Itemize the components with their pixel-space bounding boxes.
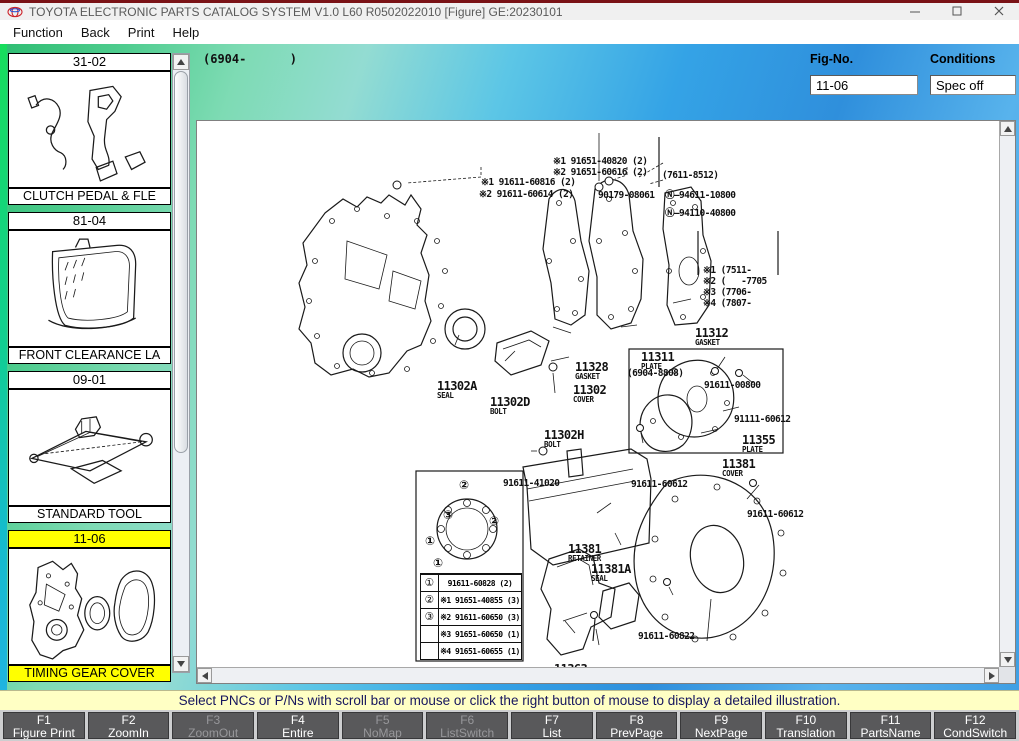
function-key-button[interactable]: F12 CondSwitch — [934, 712, 1016, 739]
function-key-button[interactable]: F11 PartsName — [850, 712, 932, 739]
legend-row-number — [421, 643, 439, 659]
sidebar-scrollbar-thumb[interactable] — [174, 71, 188, 453]
main-area: 31-02 CLUTCH PEDAL & FLE 81-04 FRONT CLE… — [0, 44, 1019, 690]
thumbnail-code: 31-02 — [9, 54, 170, 72]
timing-cover-art — [15, 553, 165, 661]
menu-bar: FunctionBackPrintHelp — [0, 20, 1019, 44]
thumbnail-image — [9, 549, 170, 664]
function-key-button[interactable]: F8 PrevPage — [596, 712, 678, 739]
legend-row[interactable]: ② ※1 91651-40855 (3) — [421, 591, 521, 608]
circled-number-marker: ② — [459, 479, 469, 491]
fig-no-input[interactable] — [810, 75, 918, 95]
maximize-button[interactable] — [951, 6, 963, 18]
function-key-button[interactable]: F6 ListSwitch — [426, 712, 508, 739]
thumbnail-code: 09-01 — [9, 372, 170, 390]
thumbnail-name: CLUTCH PEDAL & FLE — [9, 187, 170, 204]
canvas-vertical-scrollbar[interactable] — [999, 121, 1015, 667]
legend-row-part: 91611-60828 (2) — [439, 579, 521, 588]
figure-range-note: (6904- ) — [203, 52, 297, 66]
scrollbar-corner — [999, 667, 1015, 683]
window-title: TOYOTA ELECTRONIC PARTS CATALOG SYSTEM V… — [29, 5, 563, 19]
parts-diagram[interactable]: ※1 91651-40820 (2) ※2 91651-60616 (2) ※1… — [197, 121, 999, 667]
menu-item[interactable]: Function — [4, 22, 72, 43]
legend-row-number — [421, 626, 439, 642]
diagram-part-label[interactable]: 91611-60612 — [747, 476, 882, 553]
thumbnail-item[interactable]: 81-04 FRONT CLEARANCE LA — [8, 212, 171, 364]
legend-row[interactable]: ※3 91651-60650 (1) — [421, 625, 521, 642]
thumbnail-name: STANDARD TOOL — [9, 505, 170, 522]
function-key-bar: F1 Figure Print F2 ZoomIn F3 ZoomOut F4 … — [0, 710, 1019, 741]
canvas-scroll-right-icon[interactable] — [984, 668, 999, 683]
circled-number-marker: ② — [489, 515, 499, 527]
legend-row[interactable]: ① 91611-60828 (2) — [421, 574, 521, 591]
conditions-label: Conditions — [930, 52, 995, 66]
canvas-scroll-up-icon[interactable] — [1000, 121, 1015, 136]
thumbnail-name: TIMING GEAR COVER — [9, 664, 170, 681]
scroll-up-icon[interactable] — [173, 54, 189, 70]
thumbnail-item[interactable]: 31-02 CLUTCH PEDAL & FLE — [8, 53, 171, 205]
legend-row-number: ② — [421, 592, 439, 608]
figure-canvas[interactable]: ※1 91651-40820 (2) ※2 91651-60616 (2) ※1… — [196, 120, 1016, 684]
thumbnail-item[interactable]: 11-06 TIMING GEAR COVER — [8, 530, 171, 682]
thumbnail-code: 11-06 — [9, 531, 170, 549]
menu-item[interactable]: Back — [72, 22, 119, 43]
legend-row-part: ※2 91611-60650 (3) — [439, 613, 521, 622]
function-key-button[interactable]: F10 Translation — [765, 712, 847, 739]
function-key-button[interactable]: F7 List — [511, 712, 593, 739]
function-key-button[interactable]: F2 ZoomIn — [88, 712, 170, 739]
legend-row[interactable]: ※4 91651-60655 (1) — [421, 642, 521, 659]
left-edge-stripe — [0, 44, 7, 690]
function-key-button[interactable]: F1 Figure Print — [3, 712, 85, 739]
scissor-jack-art — [15, 394, 165, 502]
legend-row[interactable]: ③ ※2 91611-60650 (3) — [421, 608, 521, 625]
diagram-part-label[interactable]: 11381BBOLT — [582, 645, 717, 667]
circled-number-marker: ③ — [443, 509, 453, 521]
function-key-button[interactable]: F4 Entire — [257, 712, 339, 739]
menu-item[interactable]: Print — [119, 22, 164, 43]
legend-row-number: ③ — [421, 609, 439, 625]
legend-row-part: ※3 91651-60650 (1) — [439, 630, 521, 639]
thumbnail-image — [9, 390, 170, 505]
close-button[interactable] — [993, 6, 1005, 18]
clutch-pedal-art — [15, 76, 165, 184]
thumbnail-item[interactable]: 09-01 STANDARD TOOL — [8, 371, 171, 523]
diagram-part-label[interactable]: ※2 91611-60614 (2) — [479, 156, 614, 233]
circled-number-marker: ① — [425, 535, 435, 547]
canvas-scroll-down-icon[interactable] — [1000, 652, 1015, 667]
legend-row-number: ① — [421, 575, 439, 591]
thumbnail-name: FRONT CLEARANCE LA — [9, 346, 170, 363]
canvas-horizontal-scrollbar[interactable] — [197, 667, 999, 683]
application-window: TOYOTA ELECTRONIC PARTS CATALOG SYSTEM V… — [0, 0, 1019, 741]
scroll-down-icon[interactable] — [173, 656, 189, 672]
title-bar: TOYOTA ELECTRONIC PARTS CATALOG SYSTEM V… — [0, 3, 1019, 20]
circled-number-marker: ① — [433, 557, 443, 569]
legend-row-part: ※1 91651-40855 (3) — [439, 596, 521, 605]
status-bar: Select PNCs or P/Ns with scroll bar or m… — [0, 690, 1019, 710]
function-key-button[interactable]: F5 NoMap — [342, 712, 424, 739]
fig-no-label: Fig-No. — [810, 52, 853, 66]
sidebar-scrollbar[interactable] — [172, 53, 190, 673]
conditions-input[interactable] — [930, 75, 1016, 95]
figure-thumbnail-list: 31-02 CLUTCH PEDAL & FLE 81-04 FRONT CLE… — [8, 53, 171, 689]
diagram-part-label[interactable]: MA 2182-I — [758, 653, 893, 667]
clearance-lamp-art — [15, 235, 165, 343]
minimize-button[interactable] — [909, 6, 921, 18]
canvas-scroll-left-icon[interactable] — [197, 668, 212, 683]
thumbnail-image — [9, 231, 170, 346]
function-key-button[interactable]: F3 ZoomOut — [172, 712, 254, 739]
legend-row-part: ※4 91651-60655 (1) — [439, 647, 521, 656]
toyota-logo-icon — [7, 4, 23, 20]
status-message: Select PNCs or P/Ns with scroll bar or m… — [179, 693, 841, 708]
thumbnail-code: 81-04 — [9, 213, 170, 231]
thumbnail-image — [9, 72, 170, 187]
function-key-button[interactable]: F9 NextPage — [680, 712, 762, 739]
menu-item[interactable]: Help — [164, 22, 209, 43]
legend-table: ① 91611-60828 (2) ② ※1 91651-40855 (3) ③… — [420, 573, 522, 660]
